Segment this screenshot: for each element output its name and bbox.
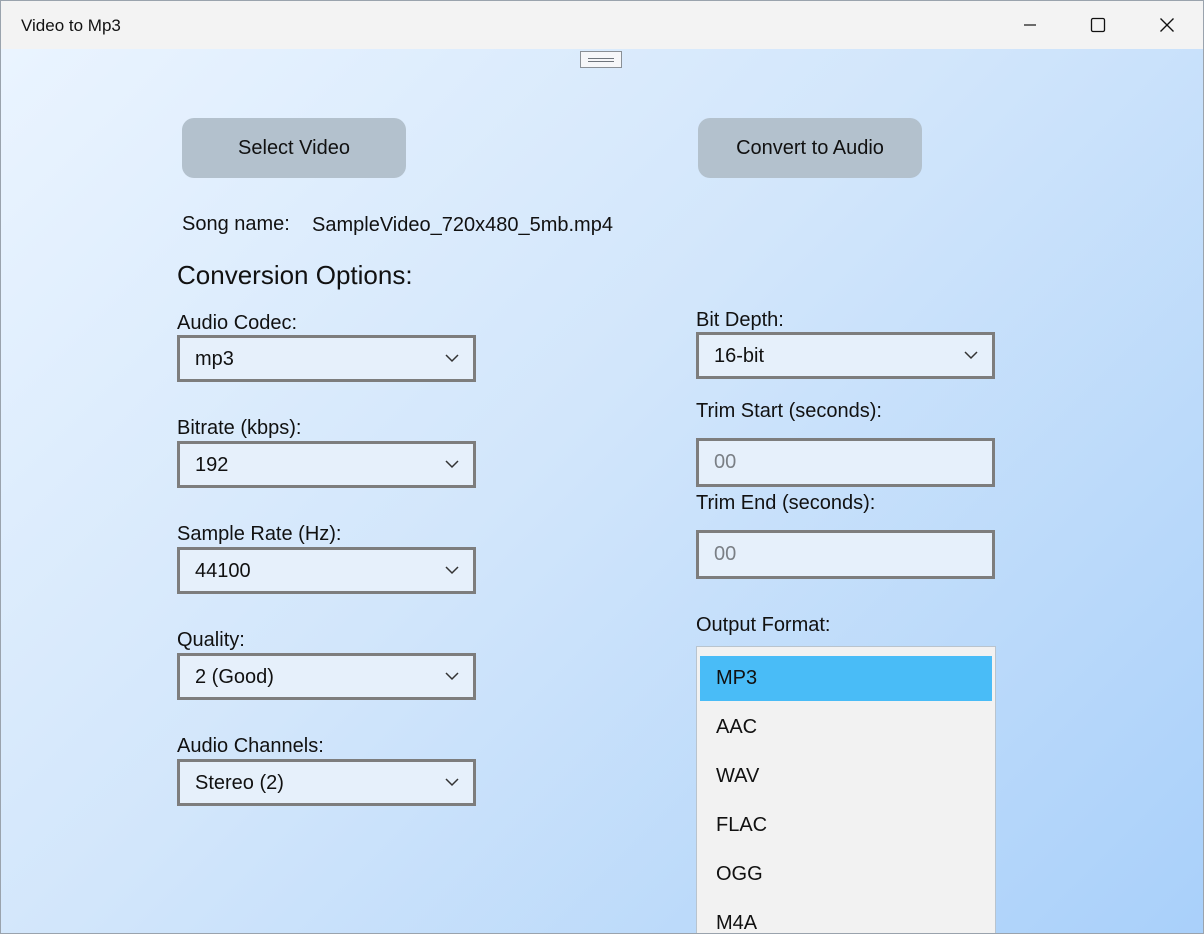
close-button[interactable] [1133,1,1201,49]
convert-to-audio-button[interactable]: Convert to Audio [698,118,922,178]
bitrate-label: Bitrate (kbps): [177,417,302,439]
maximize-icon [1090,17,1106,33]
bitrate-value: 192 [195,454,229,476]
trim-start-input[interactable] [699,441,992,484]
trim-end-input[interactable] [699,533,992,576]
maximize-button[interactable] [1064,1,1132,49]
quality-value: 2 (Good) [195,666,274,688]
list-item[interactable]: OGG [700,852,992,897]
list-item[interactable]: FLAC [700,803,992,848]
output-format-list[interactable]: MP3 AAC WAV FLAC OGG M4A [696,646,996,933]
audio-codec-value: mp3 [195,348,234,370]
chevron-down-icon [445,354,459,363]
title-bar[interactable]: Video to Mp3 [1,1,1203,49]
bitrate-dropdown[interactable]: 192 [177,441,476,488]
quality-label: Quality: [177,629,245,651]
minimize-icon [1024,24,1036,26]
output-format-label: Output Format: [696,614,831,636]
sample-rate-value: 44100 [195,560,251,582]
trim-end-field[interactable] [696,530,995,579]
list-item[interactable]: MP3 [700,656,992,701]
list-item[interactable]: WAV [700,754,992,799]
list-item[interactable]: M4A [700,901,992,933]
trim-end-label: Trim End (seconds): [696,492,876,514]
chevron-down-icon [445,778,459,787]
app-window: Video to Mp3 Select Video Convert to Aud… [0,0,1204,934]
window-title: Video to Mp3 [21,16,121,35]
sample-rate-dropdown[interactable]: 44100 [177,547,476,594]
list-item[interactable]: AAC [700,705,992,750]
bit-depth-value: 16-bit [714,345,765,367]
sample-rate-label: Sample Rate (Hz): [177,523,342,545]
audio-channels-value: Stereo (2) [195,772,284,794]
audio-channels-label: Audio Channels: [177,735,324,757]
conversion-options-heading: Conversion Options: [177,260,413,290]
chevron-down-icon [445,460,459,469]
close-icon [1160,18,1174,32]
song-name-value: SampleVideo_720x480_5mb.mp4 [312,214,613,236]
song-name-label: Song name: [182,213,290,235]
audio-channels-dropdown[interactable]: Stereo (2) [177,759,476,806]
drag-grip[interactable] [580,51,622,68]
quality-dropdown[interactable]: 2 (Good) [177,653,476,700]
chevron-down-icon [964,351,978,360]
chevron-down-icon [445,566,459,575]
audio-codec-dropdown[interactable]: mp3 [177,335,476,382]
bit-depth-dropdown[interactable]: 16-bit [696,332,995,379]
bit-depth-label: Bit Depth: [696,309,784,331]
trim-start-field[interactable] [696,438,995,487]
trim-start-label: Trim Start (seconds): [696,400,882,422]
audio-codec-label: Audio Codec: [177,312,298,334]
minimize-button[interactable] [996,1,1064,49]
select-video-button[interactable]: Select Video [182,118,406,178]
client-area: Select Video Convert to Audio Song name:… [1,49,1203,933]
chevron-down-icon [445,672,459,681]
